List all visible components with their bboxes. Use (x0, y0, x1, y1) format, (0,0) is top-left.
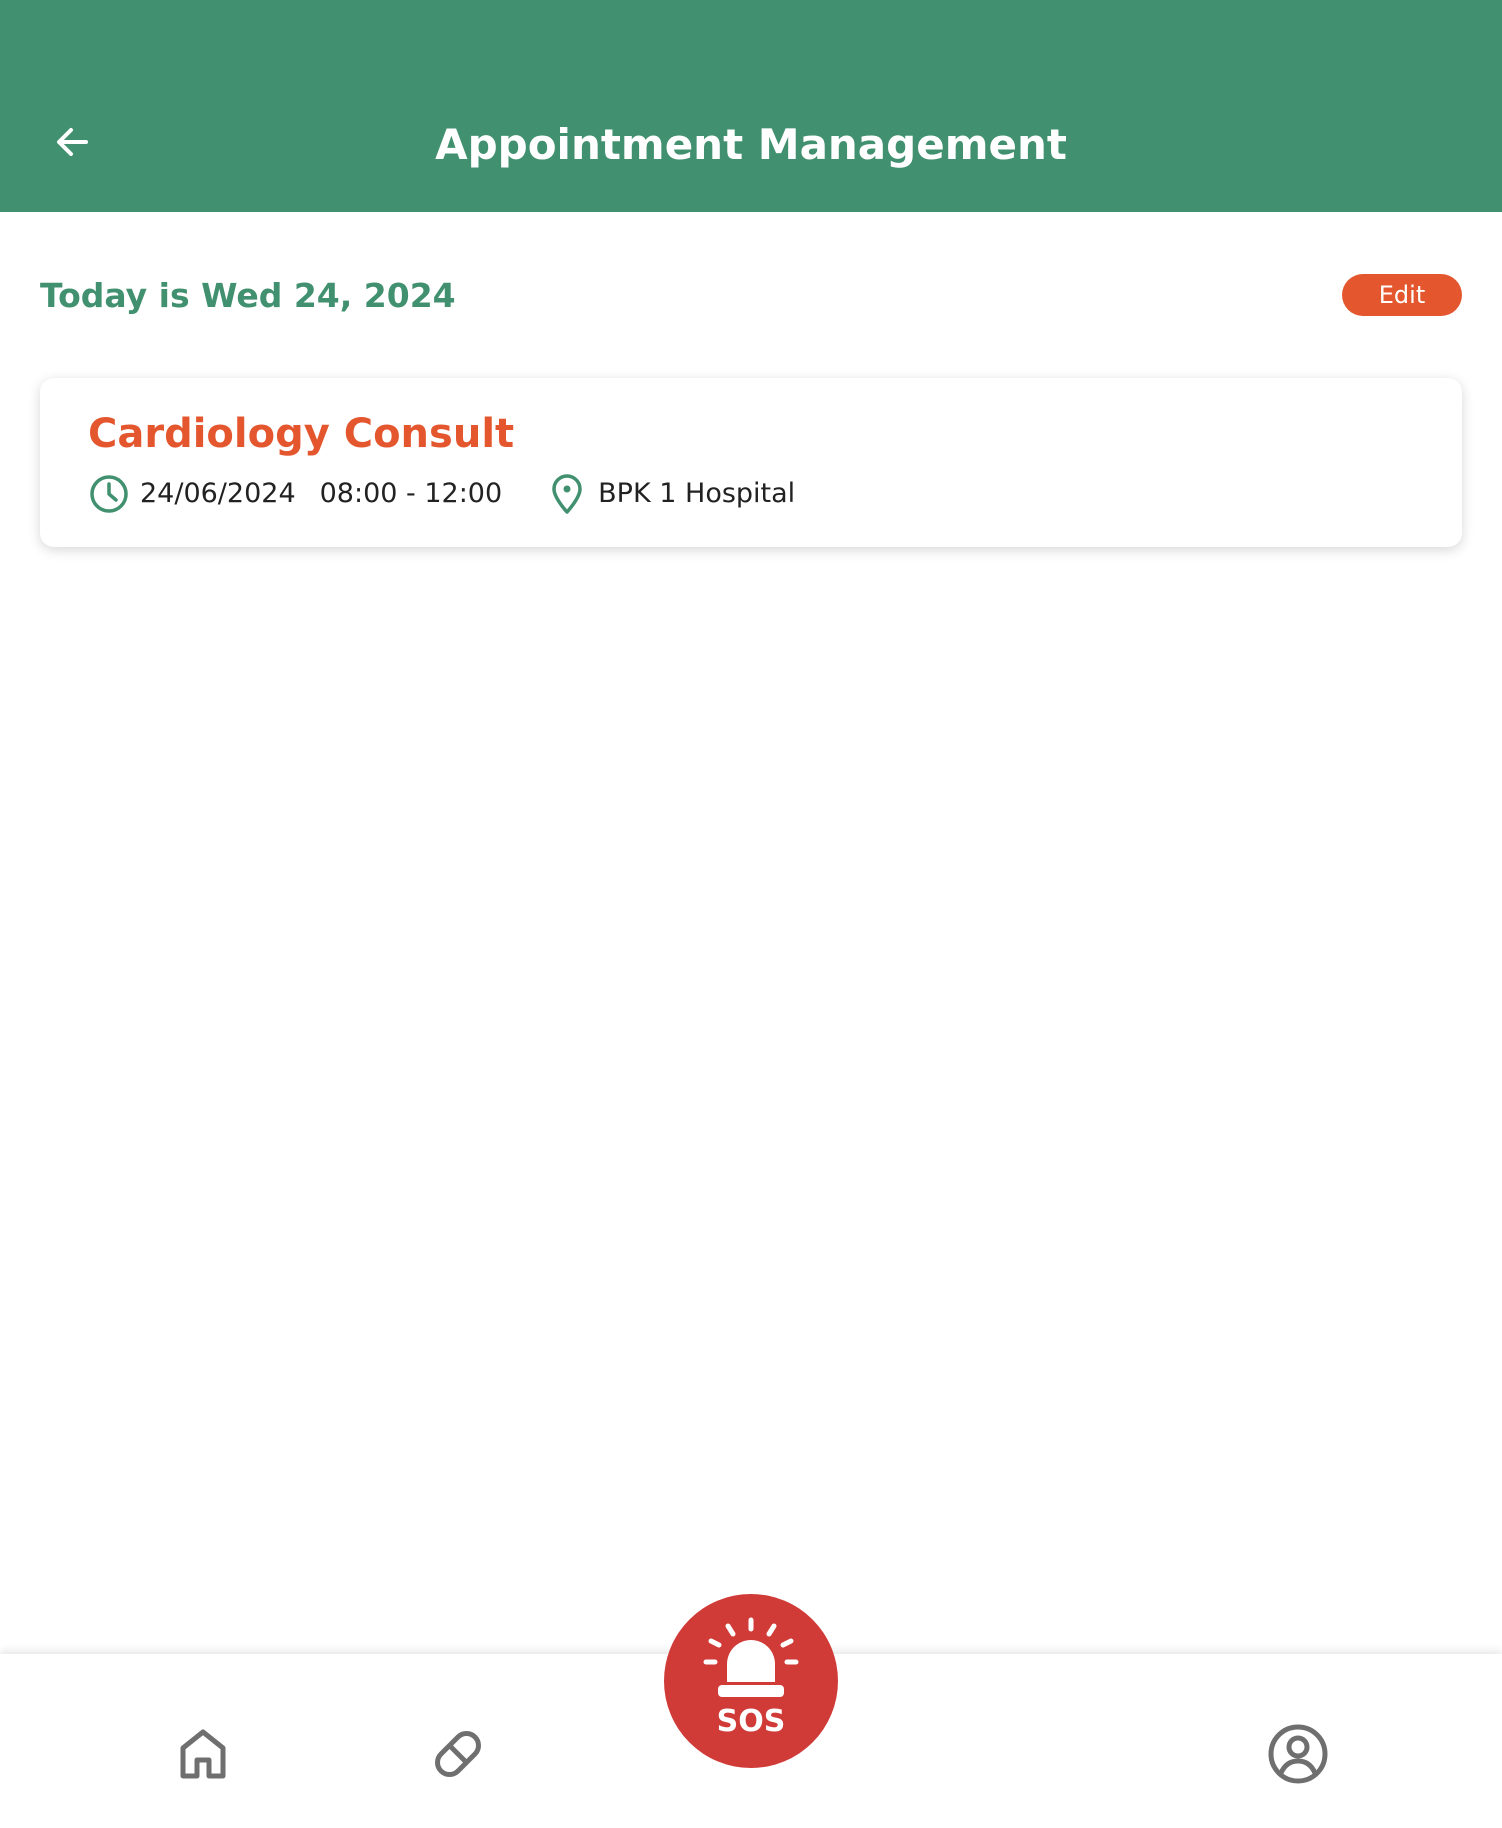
appointment-title: Cardiology Consult (88, 411, 515, 457)
appointment-time: 08:00 - 12:00 (319, 478, 503, 509)
appointment-location: BPK 1 Hospital (598, 478, 796, 509)
page-title: Appointment Management (435, 120, 1067, 169)
map-pin-icon (546, 473, 588, 515)
nav-medication[interactable] (418, 1714, 498, 1794)
appointment-card[interactable]: Cardiology Consult 24/06/2024 08:00 - 12… (40, 378, 1462, 547)
nav-profile[interactable] (1258, 1714, 1338, 1794)
appointment-date: 24/06/2024 (140, 478, 296, 509)
date-row: Today is Wed 24, 2024 Edit (40, 272, 1462, 320)
home-icon (180, 1729, 226, 1779)
app-bar: Appointment Management (0, 0, 1502, 212)
sos-button[interactable]: SOS (664, 1594, 838, 1768)
today-label: Today is Wed 24, 2024 (40, 276, 456, 315)
nav-home[interactable] (163, 1714, 243, 1794)
clock-icon (88, 473, 130, 515)
sos-label: SOS (716, 1704, 786, 1739)
pill-icon (435, 1731, 481, 1777)
siren-icon (703, 1617, 799, 1697)
edit-button[interactable]: Edit (1342, 274, 1462, 316)
appointment-meta: 24/06/2024 08:00 - 12:00 BPK 1 Hospital (88, 474, 795, 514)
profile-icon (1268, 1724, 1328, 1784)
